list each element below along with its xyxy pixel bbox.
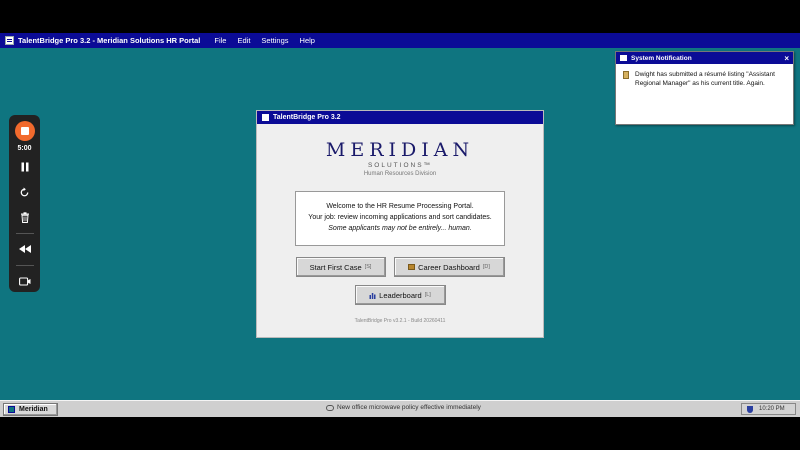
window-title: TalentBridge Pro 3.2 (273, 114, 341, 121)
bar-chart-icon (369, 292, 376, 299)
menu-settings[interactable]: Settings (261, 36, 288, 45)
shortcut-hint: [D] (482, 264, 490, 270)
menu-file[interactable]: File (214, 36, 226, 45)
leaderboard-label: Leaderboard (379, 290, 422, 300)
restart-icon (20, 186, 29, 196)
welcome-line: Your job: review incoming applications a… (308, 214, 492, 221)
primary-button-row: Start First Case [S] Career Dashboard [D… (257, 257, 543, 277)
desktop: TalentBridge Pro 3.2 - Meridian Solution… (0, 33, 800, 417)
recorder-divider (15, 233, 34, 234)
recording-timer: 5:00 (17, 145, 32, 152)
notification-title: System Notification (631, 54, 692, 62)
menu-edit[interactable]: Edit (237, 36, 250, 45)
screen: TalentBridge Pro 3.2 - Meridian Solution… (0, 0, 800, 450)
start-icon (8, 405, 15, 413)
camera-button[interactable] (15, 271, 35, 291)
division-label: Human Resources Division (363, 171, 437, 177)
taskbar: Meridian New office microwave policy eff… (0, 400, 800, 417)
window-icon (262, 114, 269, 121)
stop-recording-button[interactable] (14, 121, 35, 141)
app-title: TalentBridge Pro 3.2 - Meridian Solution… (18, 36, 201, 45)
delete-button[interactable] (15, 207, 35, 227)
camera-icon (18, 276, 30, 286)
rewind-icon (18, 245, 31, 253)
company-logo: MERIDIAN SOLUTIONS™ Human Resources Divi… (257, 139, 543, 177)
stop-icon (20, 127, 29, 135)
briefcase-icon (408, 264, 416, 270)
system-tray: 10:20 PM (741, 403, 796, 415)
brand-name: MERIDIAN (325, 139, 475, 161)
secondary-button-row: Leaderboard [L] (257, 285, 543, 305)
menu-help[interactable]: Help (300, 36, 315, 45)
clock: 10:20 PM (759, 406, 785, 412)
rewind-button[interactable] (15, 239, 35, 259)
brand-subtitle: SOLUTIONS™ (367, 162, 433, 169)
notification-message: Dwight has submitted a résumé listing "A… (635, 71, 775, 87)
shield-icon (747, 405, 753, 413)
build-info: TalentBridge Pro v3.2.1 - Build 20260411 (354, 318, 446, 324)
notification-close-button[interactable]: × (784, 54, 789, 63)
welcome-message-box: Welcome to the HR Resume Processing Port… (295, 191, 505, 246)
news-ticker: New office microwave policy effective im… (326, 404, 481, 411)
leaderboard-button[interactable]: Leaderboard [L] (354, 285, 446, 305)
talentbridge-window: TalentBridge Pro 3.2 MERIDIAN SOLUTIONS™… (256, 110, 544, 338)
career-dashboard-label: Career Dashboard (418, 262, 480, 272)
app-menubar: TalentBridge Pro 3.2 - Meridian Solution… (0, 33, 800, 48)
welcome-line: Welcome to the HR Resume Processing Port… (326, 203, 474, 210)
notification-icon (620, 55, 627, 61)
pause-button[interactable] (15, 157, 35, 177)
recorder-divider (15, 265, 34, 266)
start-button-label: Meridian (19, 405, 48, 413)
ticker-text: New office microwave policy effective im… (337, 404, 481, 411)
restart-button[interactable] (15, 182, 35, 202)
shortcut-hint: [S] (364, 264, 372, 270)
speech-bubble-icon (326, 404, 334, 411)
window-titlebar: TalentBridge Pro 3.2 (257, 111, 543, 124)
career-dashboard-button[interactable]: Career Dashboard [D] (393, 257, 505, 277)
welcome-line: Some applicants may not be entirely... h… (296, 223, 504, 234)
welcome-warning: Some applicants may not be entirely... h… (328, 225, 472, 232)
start-first-case-button[interactable]: Start First Case [S] (295, 257, 386, 277)
document-icon (623, 71, 629, 79)
notification-header: System Notification × (616, 52, 793, 64)
notification-body: Dwight has submitted a résumé listing "A… (616, 64, 793, 88)
app-icon (5, 36, 14, 45)
start-first-case-label: Start First Case (309, 262, 362, 272)
shortcut-hint: [L] (424, 292, 431, 298)
trash-icon (20, 211, 29, 223)
system-notification: System Notification × Dwight has submitt… (615, 51, 794, 125)
start-button[interactable]: Meridian (3, 402, 58, 416)
screen-recorder-panel: 5:00 (9, 115, 40, 292)
pause-icon (21, 162, 28, 172)
